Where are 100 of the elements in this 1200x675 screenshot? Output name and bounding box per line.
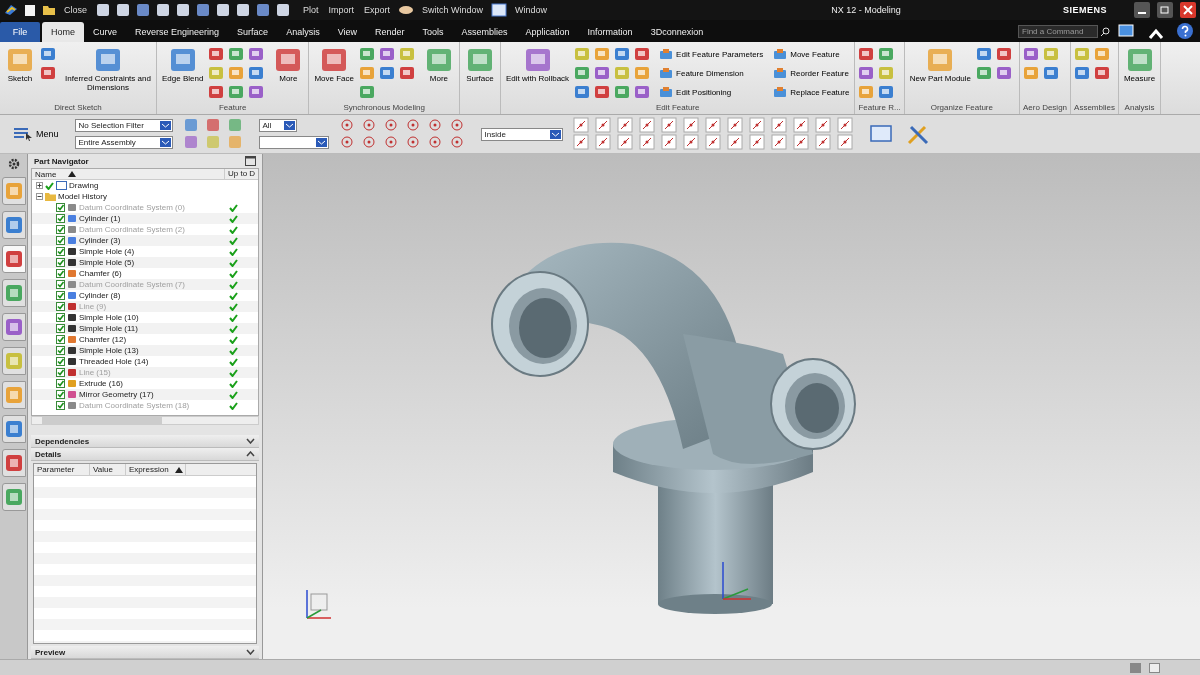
column-header[interactable]: Name xyxy=(32,169,225,179)
checkbox[interactable] xyxy=(56,335,65,344)
snap-point-icon[interactable] xyxy=(426,117,443,133)
column-header[interactable]: Value xyxy=(90,464,126,475)
restore-icon[interactable] xyxy=(1157,2,1173,18)
quick-access-button[interactable]: Close xyxy=(62,5,89,15)
checkbox[interactable] xyxy=(56,291,65,300)
ribbon-button[interactable]: Surface xyxy=(462,44,497,85)
checkbox[interactable] xyxy=(56,302,65,311)
snap-tool-icon[interactable] xyxy=(682,134,699,150)
ribbon-button[interactable]: Move Feature xyxy=(771,45,852,64)
ribbon-button[interactable]: Edit Positioning xyxy=(657,83,766,102)
snap-tool-icon[interactable] xyxy=(836,117,853,133)
tool-icon[interactable] xyxy=(858,46,875,62)
ribbon-tab[interactable]: Information xyxy=(578,22,642,42)
checkbox[interactable] xyxy=(56,280,65,289)
checkbox[interactable] xyxy=(56,379,65,388)
ribbon-button[interactable]: Replace Feature xyxy=(771,83,852,102)
tool-icon[interactable] xyxy=(248,65,265,81)
snap-tool-icon[interactable] xyxy=(770,117,787,133)
tool-icon[interactable] xyxy=(378,46,395,62)
ribbon-button[interactable]: Sketch xyxy=(3,44,37,85)
quick-access-button[interactable]: Plot xyxy=(301,5,321,15)
ribbon-button[interactable]: Edit with Rollback xyxy=(503,44,572,85)
snap-point-icon[interactable] xyxy=(448,117,465,133)
tool-icon[interactable] xyxy=(594,84,611,100)
tool-icon[interactable] xyxy=(248,84,265,100)
panel-header[interactable]: Dependencies xyxy=(31,435,259,448)
snap-point-icon[interactable] xyxy=(404,134,421,150)
full-screen-icon[interactable] xyxy=(1116,22,1136,40)
snap-tool-icon[interactable] xyxy=(572,117,589,133)
horizontal-scrollbar[interactable] xyxy=(31,416,259,425)
checkbox[interactable] xyxy=(56,247,65,256)
tool-icon[interactable] xyxy=(634,46,651,62)
tool-icon[interactable] xyxy=(228,84,245,100)
tool-icon[interactable] xyxy=(574,84,591,100)
snap-tool-icon[interactable] xyxy=(704,134,721,150)
maximize-icon[interactable] xyxy=(245,156,256,166)
snap-tool-icon[interactable] xyxy=(682,117,699,133)
tool-icon[interactable] xyxy=(228,46,245,62)
ribbon-tab[interactable]: Home xyxy=(42,22,84,42)
tool-icon[interactable] xyxy=(40,46,56,62)
column-header[interactable]: Expression xyxy=(126,464,186,475)
selection-tool-icon[interactable] xyxy=(182,117,199,133)
tool-icon[interactable] xyxy=(248,46,265,62)
folder-icon[interactable] xyxy=(42,4,56,16)
tree-item[interactable]: Model History xyxy=(32,191,258,202)
new-file-icon[interactable] xyxy=(24,3,36,17)
panel-header[interactable]: Preview xyxy=(31,646,259,659)
checkbox[interactable] xyxy=(56,225,65,234)
selection-filter-dropdown[interactable]: No Selection Filter xyxy=(74,119,173,132)
window-icon[interactable] xyxy=(491,3,508,17)
ribbon-button[interactable]: Reorder Feature xyxy=(771,64,852,83)
tree-item[interactable]: Simple Hole (10) xyxy=(32,312,258,323)
checkbox[interactable] xyxy=(56,269,65,278)
selection-filter-dropdown[interactable]: Entire Assembly xyxy=(74,136,173,149)
snap-point-icon[interactable] xyxy=(448,134,465,150)
command-search-field[interactable]: Find a Command xyxy=(1018,25,1098,38)
quick-access-button[interactable]: Import xyxy=(326,5,357,15)
snap-mode-dropdown[interactable]: Inside xyxy=(480,127,563,141)
ribbon-button[interactable]: Feature Dimension xyxy=(657,64,766,83)
ribbon-button[interactable]: More xyxy=(421,44,456,85)
snap-point-icon[interactable] xyxy=(360,117,377,133)
snap-tool-icon[interactable] xyxy=(638,134,655,150)
quick-access-button[interactable]: Switch Window xyxy=(420,5,486,15)
tree-item[interactable]: Extrude (16) xyxy=(32,378,258,389)
menu-button[interactable]: Menu xyxy=(6,125,65,143)
tree-item[interactable]: Mirror Geometry (17) xyxy=(32,389,258,400)
snap-tool-icon[interactable] xyxy=(638,117,655,133)
ribbon-tab[interactable]: Render xyxy=(366,22,414,42)
checkbox[interactable] xyxy=(56,214,65,223)
tool-icon[interactable] xyxy=(378,65,395,81)
snap-point-icon[interactable] xyxy=(404,117,421,133)
tool-icon[interactable] xyxy=(1074,65,1091,81)
tree-item[interactable]: Simple Hole (5) xyxy=(32,257,258,268)
snap-point-icon[interactable] xyxy=(382,134,399,150)
ribbon-tab[interactable]: Curve xyxy=(84,22,127,42)
tool-icon[interactable] xyxy=(996,46,1012,62)
collapse-ribbon-icon[interactable] xyxy=(1148,28,1164,40)
column-header[interactable]: Parameter xyxy=(34,464,90,475)
tree-item[interactable]: Simple Hole (11) xyxy=(32,323,258,334)
snap-tool-icon[interactable] xyxy=(814,117,831,133)
checkbox[interactable] xyxy=(56,390,65,399)
tool-icon[interactable] xyxy=(634,84,651,100)
quick-access-button[interactable]: Window xyxy=(513,5,550,15)
snap-tool-icon[interactable] xyxy=(726,134,743,150)
tool-icon[interactable] xyxy=(878,84,895,100)
ribbon-tab[interactable]: Tools xyxy=(413,22,453,42)
checkbox[interactable] xyxy=(56,203,65,212)
tree-item[interactable]: Cylinder (8) xyxy=(32,290,258,301)
settings-icon[interactable] xyxy=(6,157,21,171)
tool-icon[interactable] xyxy=(358,84,375,100)
snap-tool-icon[interactable] xyxy=(594,117,611,133)
tool-icon[interactable] xyxy=(1043,65,1059,81)
column-header[interactable]: Up to D xyxy=(225,169,258,179)
checkbox[interactable] xyxy=(56,368,65,377)
ribbon-tab[interactable]: View xyxy=(328,22,366,42)
selection-tool-icon[interactable] xyxy=(182,134,199,150)
tool-icon[interactable] xyxy=(208,84,225,100)
selection-tool-icon[interactable] xyxy=(204,117,221,133)
